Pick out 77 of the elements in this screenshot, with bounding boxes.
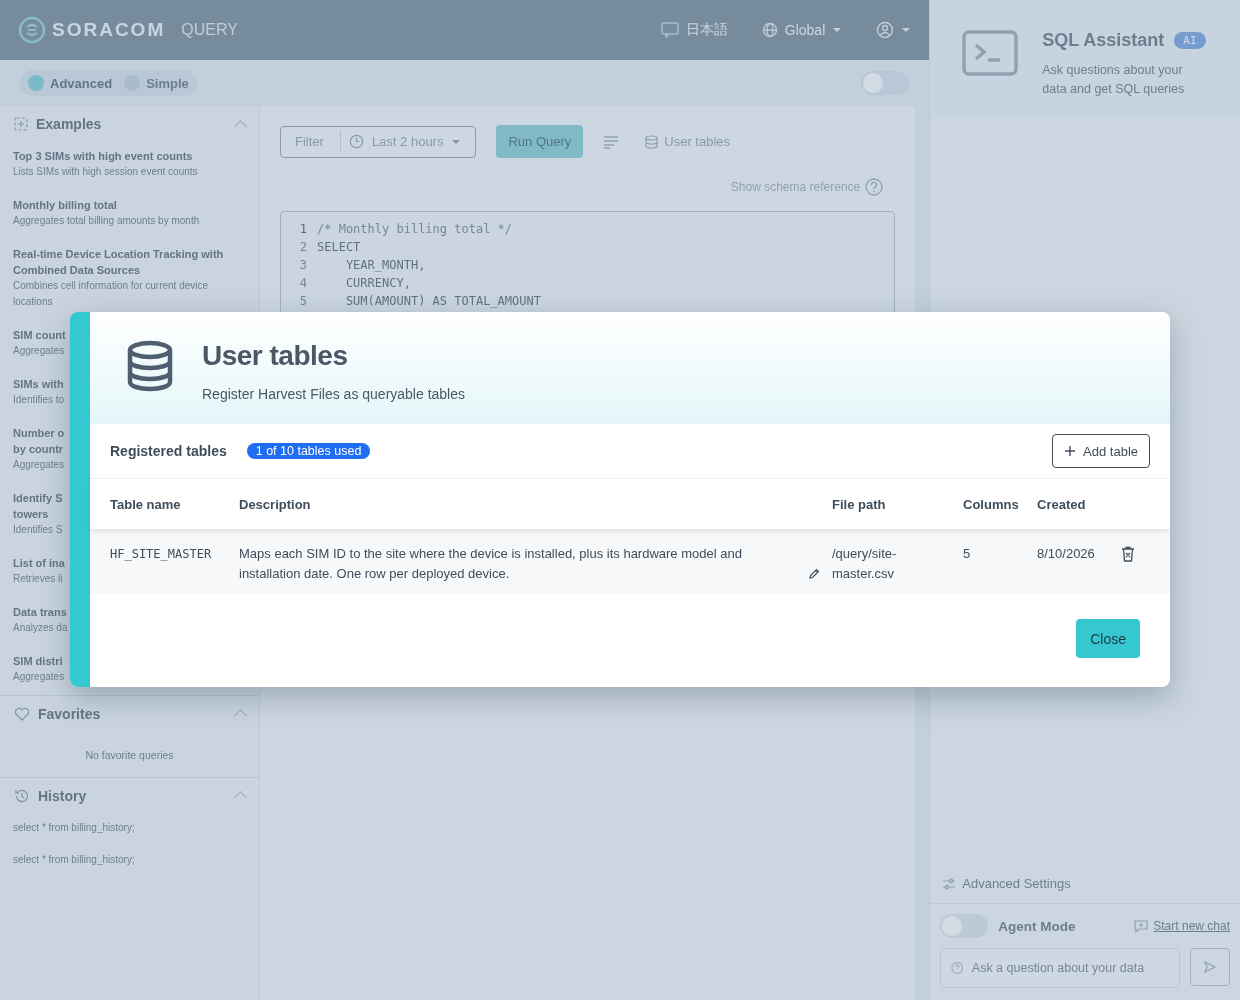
empty-message: No favorite queries — [84, 748, 175, 763]
account-menu-button[interactable] — [876, 21, 912, 39]
code-line: /* Monthly billing total */ — [317, 221, 513, 238]
advanced-settings-link[interactable]: Advanced Settings — [930, 876, 1240, 904]
section-title: History — [38, 787, 88, 804]
help-icon — [951, 961, 964, 975]
send-button[interactable] — [1190, 948, 1230, 986]
send-icon — [1203, 960, 1217, 974]
line-number: 3 — [298, 257, 308, 274]
assistant-title: SQL Assistant — [1042, 30, 1165, 51]
dialog-subtitle: Register Harvest Files as queryable tables — [202, 386, 465, 402]
user-icon — [876, 21, 895, 39]
run-query-button[interactable]: Run Query — [496, 125, 584, 158]
column-header: Columns — [963, 496, 1020, 512]
table-cell-text: 8/10/2026 — [1037, 545, 1096, 563]
close-button[interactable]: Close — [1076, 619, 1140, 658]
plus-icon — [1064, 445, 1077, 457]
mode-tab[interactable]: Simple — [118, 72, 195, 94]
check-icon — [28, 75, 44, 91]
example-query[interactable]: Monthly billing total Aggregates total billing amounts by month — [13, 197, 246, 229]
user-tables-button[interactable]: User tables — [639, 133, 737, 150]
heart-icon — [14, 706, 30, 721]
database-icon — [126, 340, 174, 392]
history-icon — [14, 787, 30, 804]
product-name: QUERY — [181, 21, 238, 39]
database-icon — [645, 134, 659, 149]
table-cell-text: 5 — [963, 545, 972, 563]
section-title: Favorites — [38, 705, 102, 722]
table-cell-text: HF_SITE_MASTER — [110, 546, 213, 563]
line-number: 4 — [298, 275, 308, 292]
column-header: Table name — [110, 496, 182, 512]
example-query[interactable]: Real-time Device Location Tracking with Combined Data Sources Combines cell information for current device locations — [13, 246, 246, 310]
line-number: 1 — [298, 221, 308, 238]
terminal-icon — [962, 30, 1019, 76]
usage-badge: 1 of 10 tables used — [246, 443, 371, 459]
mode-tab[interactable]: Advanced — [22, 72, 119, 94]
column-header: File path — [832, 496, 887, 512]
start-new-chat-link[interactable]: Start new chat — [1134, 919, 1230, 933]
caret-icon — [832, 27, 843, 33]
clock-icon — [348, 134, 364, 149]
ai-badge: AI — [1174, 32, 1206, 49]
pencil-icon[interactable] — [808, 568, 820, 580]
chat-plus-icon — [1134, 919, 1149, 933]
section-title: Registered tables — [110, 443, 227, 459]
language-button[interactable]: 日本語 — [660, 21, 728, 39]
question-field[interactable]: Ask a question about your data — [940, 948, 1180, 988]
schema-reference-link[interactable]: Show schema reference — [730, 180, 861, 194]
example-query[interactable]: Top 3 SIMs with high event counts Lists SIMs with high session event counts — [13, 148, 246, 180]
trash-icon[interactable] — [1121, 546, 1135, 562]
column-header: Created — [1037, 496, 1087, 512]
globe-icon — [761, 22, 778, 38]
logo-text: SORACOM — [52, 19, 166, 41]
line-number: 5 — [298, 293, 308, 310]
help-icon[interactable] — [865, 178, 884, 196]
code-line: CURRENCY, — [344, 275, 411, 292]
format-icon[interactable] — [603, 134, 620, 149]
table-cell-text: /query/site-master.csv — [832, 545, 898, 583]
history-item[interactable]: select * from billing_history; — [0, 845, 259, 877]
caret-icon — [451, 138, 462, 145]
question-input-field[interactable]: Ask a question about your data — [969, 960, 1169, 976]
line-number: 2 — [298, 239, 308, 256]
caret-icon — [901, 27, 912, 33]
theme-toggle[interactable] — [861, 71, 910, 95]
add-table-button[interactable]: Add table — [1052, 434, 1150, 468]
assistant-description: Ask questions about your data and get SQL queries — [1042, 62, 1186, 98]
history-item[interactable]: select * from billing_history; — [0, 813, 259, 845]
logo-icon — [18, 16, 46, 44]
region-selector[interactable]: Global — [761, 22, 843, 38]
section-title: Examples — [36, 116, 103, 132]
table-cell-text: Maps each SIM ID to the site where the device is installed, plus its hardware model and installation date. One row per deployed device. — [239, 545, 743, 583]
sliders-icon — [942, 877, 957, 890]
code-line: SUM(AMOUNT) AS TOTAL_AMOUNT — [344, 293, 541, 310]
code-line: YEAR_MONTH, — [344, 257, 426, 274]
filter-field[interactable]: Filter Last 2 hours — [280, 125, 477, 158]
code-line: SELECT — [317, 239, 361, 256]
agent-mode-label: Agent Mode — [998, 918, 1077, 934]
column-header: Description — [239, 496, 312, 512]
